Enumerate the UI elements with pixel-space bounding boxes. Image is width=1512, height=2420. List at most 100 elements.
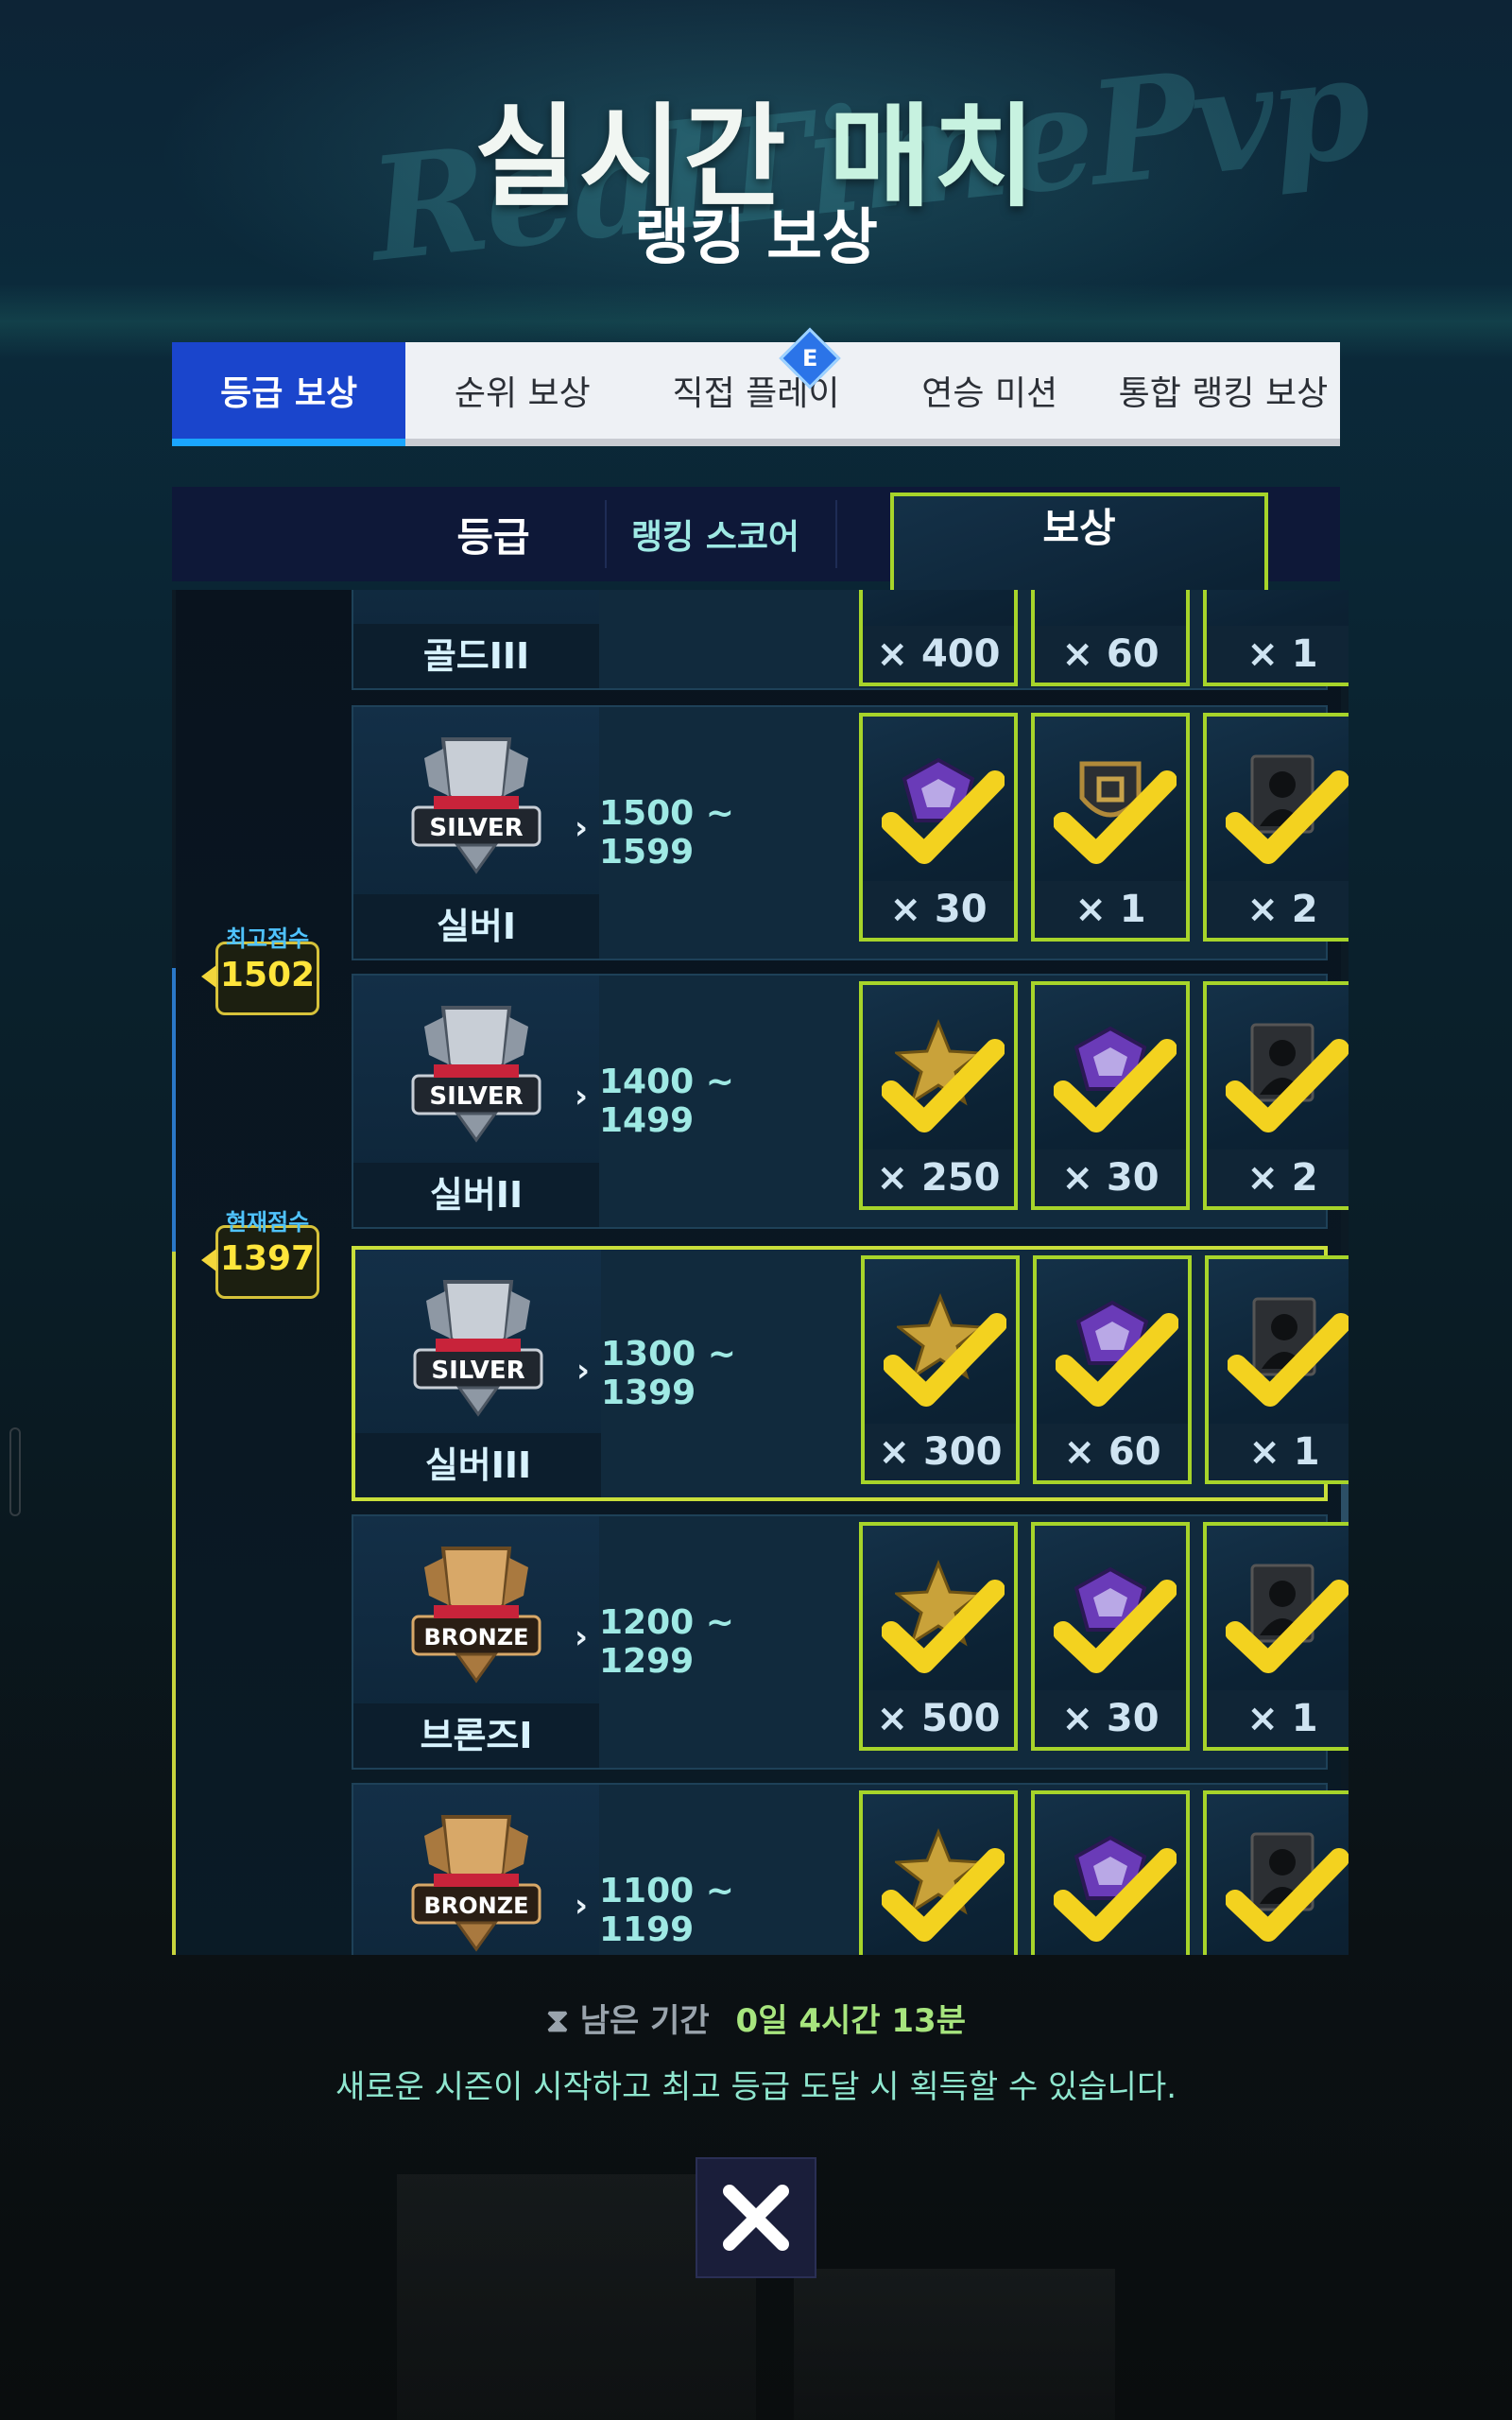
progress-rail-best xyxy=(172,968,176,1252)
tab-direct-play[interactable]: 직접 플레이 E xyxy=(639,327,872,439)
reward-quantity: × 300 xyxy=(865,1424,1016,1480)
current-score-label: 현재점수 xyxy=(225,1209,310,1236)
column-header: 등급 랭킹 스코어 보상 xyxy=(172,487,1340,721)
chevron-right-icon[interactable]: › xyxy=(575,1618,588,1656)
emblem-text: SILVER xyxy=(429,814,523,842)
tier-cell: 골드III xyxy=(353,590,599,688)
reward-quantity: × 60 xyxy=(1037,1424,1188,1480)
marker-pointer-icon xyxy=(201,965,216,988)
chevron-right-icon[interactable]: › xyxy=(576,1352,590,1390)
tier-row-silver-3-current[interactable]: SILVER › 실버III 1300 ~ 1399 × 300 × 60 × … xyxy=(352,1246,1349,1501)
best-score-marker: 최고점수 1502 xyxy=(201,925,319,1015)
score-range: 1200 ~ 1299 xyxy=(599,1603,734,1681)
reward-quantity: × 30 xyxy=(863,881,1014,938)
tier-row-gold-3[interactable]: 골드III × 400 × 60 × 1 xyxy=(352,590,1349,690)
reward-slot[interactable]: × 2 xyxy=(1203,713,1349,942)
tier-cell[interactable]: BRONZE › xyxy=(353,1785,599,1955)
reward-slot[interactable]: × 30 xyxy=(1031,1522,1190,1751)
tier-name: 실버I xyxy=(353,894,599,959)
reward-quantity: × 2 xyxy=(1207,1150,1349,1206)
reward-slot[interactable]: × 60 xyxy=(1033,1255,1192,1484)
tier-row-silver-2[interactable]: SILVER › 실버II 1400 ~ 1499 × 250 × 30 × 2 xyxy=(352,974,1349,1229)
score-range: 1300 ~ 1399 xyxy=(601,1335,736,1412)
claimed-check-icon xyxy=(1226,1580,1349,1673)
claimed-check-icon xyxy=(1228,1313,1349,1407)
emblem-text: SILVER xyxy=(429,1082,523,1111)
claimed-check-icon xyxy=(884,1313,1006,1407)
side-handle[interactable] xyxy=(9,1427,21,1516)
tab-win-streak-mission[interactable]: 연승 미션 xyxy=(873,342,1107,439)
claimed-check-icon xyxy=(1054,1848,1177,1942)
reward-quantity: × 30 xyxy=(1035,1150,1186,1206)
tier-name: 브론즈I xyxy=(353,1703,599,1768)
emblem-text: BRONZE xyxy=(423,1624,528,1651)
tier-cell[interactable]: SILVER › 실버I xyxy=(353,707,599,959)
reward-slot[interactable]: × 1 xyxy=(1205,1255,1349,1484)
silver-emblem-icon: SILVER xyxy=(411,1006,541,1143)
emblem-text: BRONZE xyxy=(423,1893,528,1919)
reward-slot[interactable]: × 30 xyxy=(1031,981,1190,1210)
column-score: 랭킹 스코어 xyxy=(630,518,800,557)
claimed-check-icon xyxy=(882,1580,1005,1673)
reward-slot[interactable]: × 2 xyxy=(1203,981,1349,1210)
best-score-value: 1502 xyxy=(219,956,316,994)
tier-row-bronze-1[interactable]: BRONZE › 브론즈I 1200 ~ 1299 × 500 × 30 × 1 xyxy=(352,1514,1349,1770)
silver-emblem-icon: SILVER xyxy=(413,1280,543,1417)
reward-quantity: × 30 xyxy=(1035,1690,1186,1747)
reward-slot[interactable]: × 250 xyxy=(859,981,1018,1210)
tier-row-silver-1[interactable]: SILVER › 실버I 1500 ~ 1599 × 30 × 1 × 2 xyxy=(352,705,1349,960)
reward-quantity: × 1 xyxy=(1207,626,1349,683)
bronze-emblem-icon: BRONZE xyxy=(411,1815,541,1952)
tier-cell[interactable]: BRONZE › 브론즈I xyxy=(353,1516,599,1768)
reward-quantity: × 500 xyxy=(863,1690,1014,1747)
chevron-right-icon[interactable]: › xyxy=(575,1887,588,1925)
claimed-check-icon xyxy=(1056,1313,1178,1407)
reward-slot[interactable] xyxy=(1031,1790,1190,1955)
reward-slot[interactable]: × 500 xyxy=(859,1522,1018,1751)
reward-quantity: × 1 xyxy=(1209,1424,1349,1480)
reward-slot[interactable]: × 300 xyxy=(861,1255,1020,1484)
claimed-check-icon xyxy=(882,1039,1005,1132)
silver-emblem-icon: SILVER xyxy=(411,737,541,874)
column-divider xyxy=(835,500,837,568)
claimed-check-icon xyxy=(1226,1848,1349,1942)
reward-quantity: × 1 xyxy=(1035,881,1186,938)
tab-grade-reward[interactable]: 등급 보상 xyxy=(172,342,406,446)
close-button[interactable] xyxy=(696,2157,816,2278)
reward-slot[interactable] xyxy=(859,1790,1018,1955)
emblem-text: SILVER xyxy=(431,1357,524,1385)
tier-row-bronze-2[interactable]: BRONZE › 1100 ~ 1199 xyxy=(352,1783,1349,1955)
reward-slot[interactable]: × 400 xyxy=(859,590,1018,686)
tab-rank-reward[interactable]: 순위 보상 xyxy=(405,342,639,439)
score-range: 1400 ~ 1499 xyxy=(599,1063,734,1140)
tier-cell[interactable]: SILVER › 실버II xyxy=(353,976,599,1227)
event-badge-text: E xyxy=(801,345,817,372)
reward-notice: 새로운 시즌이 시작하고 최고 등급 도달 시 획득할 수 있습니다. xyxy=(335,2068,1177,2106)
bronze-emblem-icon: BRONZE xyxy=(411,1547,541,1684)
reward-slot[interactable]: × 60 xyxy=(1031,590,1190,686)
tier-cell[interactable]: SILVER › 실버III xyxy=(355,1250,601,1497)
column-grade: 등급 xyxy=(456,513,530,561)
score-range: 1100 ~ 1199 xyxy=(599,1872,734,1949)
reward-slot[interactable]: × 1 xyxy=(1031,713,1190,942)
current-score-value: 1397 xyxy=(219,1239,316,1278)
claimed-check-icon xyxy=(1054,1580,1177,1673)
tier-name: 골드III xyxy=(353,624,599,688)
tier-name: 실버II xyxy=(353,1163,599,1227)
reward-slot[interactable]: × 1 xyxy=(1203,1522,1349,1751)
reward-quantity: × 250 xyxy=(863,1150,1014,1206)
reward-slot[interactable]: × 1 xyxy=(1203,590,1349,686)
reward-list[interactable]: 골드III × 400 × 60 × 1 SILVER › 실버I 1500 ~… xyxy=(172,590,1349,1955)
chevron-right-icon[interactable]: › xyxy=(575,809,588,847)
claimed-check-icon xyxy=(1226,770,1349,864)
chevron-right-icon[interactable]: › xyxy=(575,1078,588,1115)
reward-slot[interactable] xyxy=(1203,1790,1349,1955)
tab-integrated-ranking-reward[interactable]: 통합 랭킹 보상 xyxy=(1107,342,1340,439)
remaining-label: 남은 기간 xyxy=(579,2002,710,2040)
progress-rail-current xyxy=(172,1252,176,1955)
remaining-time: 0일 4시간 13분 xyxy=(735,2002,966,2040)
best-score-label: 최고점수 xyxy=(225,925,310,952)
reward-slot[interactable]: × 30 xyxy=(859,713,1018,942)
claimed-check-icon xyxy=(882,1848,1005,1942)
marker-pointer-icon xyxy=(201,1249,216,1271)
